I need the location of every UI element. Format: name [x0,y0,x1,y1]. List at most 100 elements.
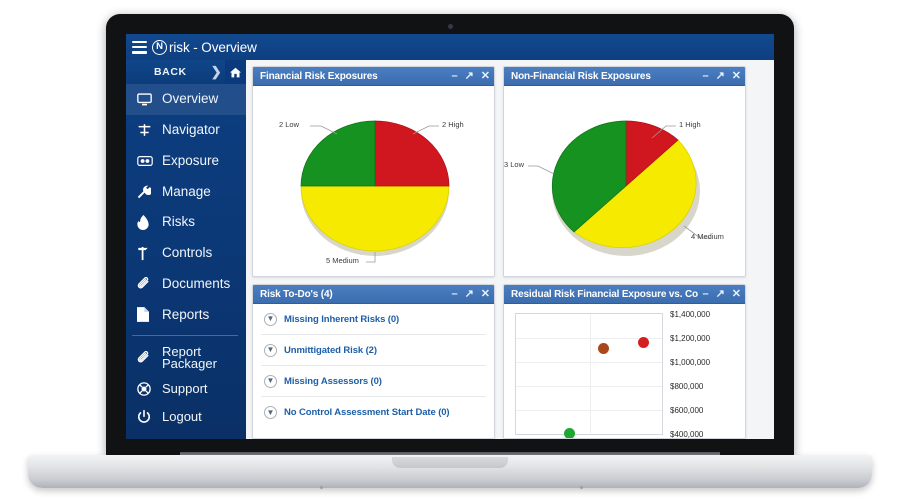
pie-label-medium: 4 Medium [691,232,724,241]
power-icon [137,409,156,425]
sidebar-item-support[interactable]: Support [126,375,246,403]
panel-residual-risk-scatter: Residual Risk Financial Exposure vs. Co … [503,284,746,439]
home-icon[interactable] [225,60,246,84]
gridline [590,314,591,434]
paperclip-icon [137,276,156,292]
panel-header: Non-Financial Risk Exposures – ↗ ✕ [504,67,745,86]
y-tick-label: $1,200,000 [670,334,711,343]
list-item-label: Missing Inherent Risks (0) [284,313,400,325]
y-tick-label: $800,000 [670,382,704,391]
panel-non-financial-risk-exposures: Non-Financial Risk Exposures – ↗ ✕ 1 Hig… [503,66,746,277]
sidebar-item-label: Support [162,381,208,397]
y-tick-label: $1,400,000 [670,310,711,319]
pie-chart-svg [528,120,710,256]
exposure-icon [137,153,156,169]
sidebar-item-label: Manage [162,183,211,199]
sidebar-divider [132,335,238,337]
chevron-down-icon[interactable]: ▼ [264,406,277,419]
close-icon[interactable]: ✕ [481,70,490,82]
sidebar-item-reports[interactable]: Reports [126,300,246,331]
pie-label-high: 1 High [679,120,701,129]
scatter-point[interactable] [638,337,649,348]
sidebar-item-risks[interactable]: Risks [126,207,246,238]
scatter-point[interactable] [564,428,575,438]
chevron-down-icon[interactable]: ▼ [264,312,277,326]
sidebar-back-row[interactable]: BACK ❯ [126,60,246,84]
pie-label-low: 3 Low [504,160,525,169]
chevron-down-icon[interactable]: ▼ [264,374,277,388]
minimize-icon[interactable]: – [451,70,457,82]
pie-label-medium: 5 Medium [326,256,359,265]
list-item[interactable]: ▼ Unmittigated Risk (2) [261,335,486,366]
chevron-right-icon[interactable]: ❯ [211,64,222,80]
pie-label-high: 2 High [442,120,464,129]
monitor-icon [137,91,156,107]
panel-title: Financial Risk Exposures [260,70,378,82]
sidebar-item-label: Documents [162,275,231,291]
y-tick-label: $400,000 [670,430,704,439]
gridline [516,362,662,363]
sidebar-item-overview[interactable]: Overview [126,84,246,115]
expand-icon[interactable]: ↗ [465,288,474,300]
back-label: BACK [154,66,187,78]
y-tick-label: $1,000,000 [670,358,711,367]
sidebar-item-label: Exposure [162,152,220,168]
sidebar-item-label: Overview [162,91,219,107]
panel-financial-risk-exposures: Financial Risk Exposures – ↗ ✕ 2 High 2 … [252,66,495,277]
navigator-icon [137,122,156,138]
panel-body: $1,400,000 $1,200,000 $1,000,000 $800,00… [504,304,745,438]
panel-body: ▼ Missing Inherent Risks (0) ▼ Unmittiga… [253,304,494,438]
base-foot [320,486,323,489]
brand-logo-icon: N [152,39,167,55]
list-item[interactable]: ▼ Missing Inherent Risks (0) [261,304,486,335]
sidebar-item-logout[interactable]: Logout [126,403,246,431]
laptop-notch [392,457,508,468]
sidebar: BACK ❯ Overview Navigator Exposure Manag… [126,60,246,439]
list-item[interactable]: ▼ Missing Assessors (0) [261,366,486,397]
sidebar-item-report-packager[interactable]: Report Packager [126,341,246,375]
close-icon[interactable]: ✕ [732,70,741,82]
close-icon[interactable]: ✕ [732,288,741,300]
expand-icon[interactable]: ↗ [716,288,725,300]
webcam-icon [447,24,453,29]
close-icon[interactable]: ✕ [481,288,490,300]
panel-body: 2 High 2 Low 5 Medium [253,86,494,276]
flame-icon [137,215,156,231]
chevron-down-icon[interactable]: ▼ [264,343,277,357]
list-item-label: Unmittigated Risk (2) [284,344,377,356]
sidebar-item-documents[interactable]: Documents [126,269,246,300]
list-item-label: Missing Assessors (0) [284,375,382,387]
sidebar-item-navigator[interactable]: Navigator [126,115,246,146]
app-topbar: N risk - Overview [126,34,774,60]
document-icon [137,307,156,323]
wrench-icon [137,184,156,200]
hamburger-menu-icon[interactable] [132,40,147,54]
app-screen: N risk - Overview BACK ❯ Overview Naviga… [126,34,774,439]
minimize-icon[interactable]: – [702,70,708,82]
sidebar-item-exposure[interactable]: Exposure [126,146,246,177]
pie-chart-non-financial: 1 High 3 Low 4 Medium [504,86,745,276]
minimize-icon[interactable]: – [451,288,457,300]
expand-icon[interactable]: ↗ [716,70,725,82]
minimize-icon[interactable]: – [702,288,708,300]
pie-chart-svg [300,120,450,263]
panel-header: Financial Risk Exposures – ↗ ✕ [253,67,494,86]
pie-chart-financial: 2 High 2 Low 5 Medium [253,86,494,276]
scatter-point[interactable] [598,343,609,354]
sidebar-item-controls[interactable]: Controls [126,238,246,269]
page-title: risk - Overview [169,39,257,55]
sidebar-item-label: Logout [162,409,202,425]
panel-title: Risk To-Do's (4) [260,288,333,300]
sidebar-item-label: Risks [162,214,195,230]
y-axis: $1,400,000 $1,200,000 $1,000,000 $800,00… [670,306,742,439]
dashboard: Financial Risk Exposures – ↗ ✕ 2 High 2 … [246,60,774,439]
base-foot [580,486,583,489]
expand-icon[interactable]: ↗ [465,70,474,82]
sidebar-item-label: Controls [162,245,213,261]
y-tick-label: $600,000 [670,406,704,415]
panel-title: Residual Risk Financial Exposure vs. Co [511,288,698,300]
panel-body: 1 High 3 Low 4 Medium [504,86,745,276]
sidebar-item-manage[interactable]: Manage [126,176,246,207]
list-item[interactable]: ▼ No Control Assessment Start Date (0) [261,397,486,428]
lifebuoy-icon [137,381,156,397]
